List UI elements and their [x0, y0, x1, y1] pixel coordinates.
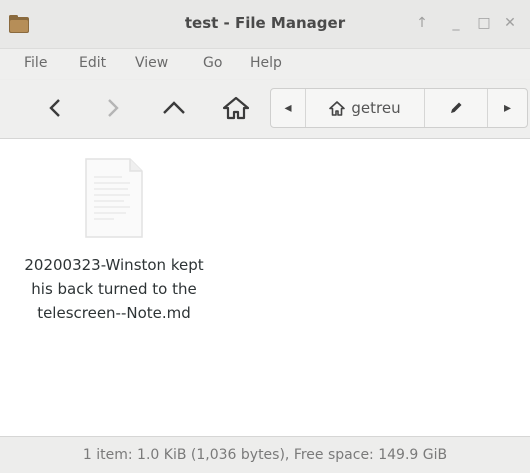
file-manager-window: test - File Manager ↑ _ □ ✕ File Edit Vi…	[0, 0, 530, 473]
home-button[interactable]	[218, 90, 254, 126]
path-scroll-left-button[interactable]: ◂	[271, 89, 305, 127]
file-name: 20200323-Winston kept his back turned to…	[24, 256, 204, 322]
menu-help[interactable]: Help	[250, 55, 282, 71]
home-icon	[329, 100, 346, 116]
minimize-button[interactable]: _	[446, 13, 466, 33]
menu-go[interactable]: Go	[203, 55, 222, 71]
chevron-left-icon	[49, 99, 60, 117]
menu-bar: File Edit View Go Help	[0, 49, 530, 79]
home-icon	[223, 96, 249, 120]
keep-above-button[interactable]: ↑	[412, 13, 432, 33]
menu-edit[interactable]: Edit	[79, 55, 106, 71]
forward-button[interactable]	[94, 90, 130, 126]
path-segment-home[interactable]: getreu	[306, 89, 424, 127]
toolbar: ◂ getreu ▸	[0, 80, 530, 139]
menu-view[interactable]: View	[135, 55, 168, 71]
back-button[interactable]	[38, 90, 74, 126]
file-view[interactable]: 20200323-Winston kept his back turned to…	[0, 139, 530, 436]
menu-file[interactable]: File	[24, 55, 47, 71]
pencil-icon	[451, 102, 462, 113]
chevron-right-icon	[108, 99, 119, 117]
path-bar: ◂ getreu ▸	[270, 88, 528, 128]
path-segment-label: getreu	[351, 99, 401, 117]
text-file-icon	[85, 158, 143, 238]
status-text: 1 item: 1.0 KiB (1,036 bytes), Free spac…	[82, 447, 448, 463]
maximize-button[interactable]: □	[474, 13, 494, 33]
file-item[interactable]: 20200323-Winston kept his back turned to…	[22, 157, 206, 325]
close-button[interactable]: ✕	[500, 13, 520, 33]
title-bar[interactable]: test - File Manager ↑ _ □ ✕	[0, 0, 530, 49]
up-button[interactable]	[156, 90, 192, 126]
path-edit-button[interactable]	[425, 89, 487, 127]
status-bar: 1 item: 1.0 KiB (1,036 bytes), Free spac…	[0, 436, 530, 473]
chevron-up-icon	[163, 101, 185, 114]
path-scroll-right-button[interactable]: ▸	[488, 89, 527, 127]
